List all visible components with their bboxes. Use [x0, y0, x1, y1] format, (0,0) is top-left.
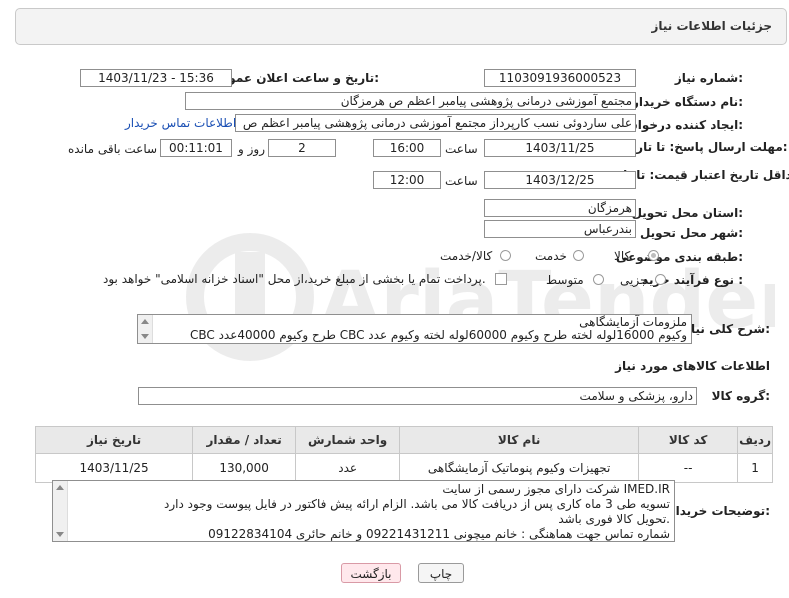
back-button[interactable]: بازگشت — [341, 563, 401, 583]
requester-field: علی ساردوئی نسب کارپرداز مجتمع آموزشی در… — [235, 114, 636, 132]
treasury-checkbox[interactable] — [495, 273, 507, 285]
cell-quantity: 130,000 — [192, 453, 297, 483]
buyer-org-field: مجتمع آموزشی درمانی پژوهشی پیامبر اعظم ص… — [185, 92, 636, 110]
buyer-org-label: نام دستگاه خریدار: — [632, 95, 743, 109]
buyer-notes-line-1: شرکت دارای مجوز رسمی از سایت IMED.IR — [442, 482, 670, 496]
reply-deadline-time-label: ساعت — [445, 142, 478, 156]
category-option-goods: کالا — [614, 249, 631, 263]
col-code: کد کالا — [638, 426, 739, 454]
province-field: هرمزگان — [484, 199, 636, 217]
price-validity-time: 12:00 — [373, 171, 441, 189]
purchase-radio-medium[interactable] — [593, 274, 604, 285]
buyer-notes-textarea[interactable]: شرکت دارای مجوز رسمی از سایت IMED.IR تسو… — [52, 480, 675, 542]
category-radio-service[interactable] — [573, 250, 584, 261]
category-option-goods-service: کالا/خدمت — [440, 249, 493, 263]
col-name: نام کالا — [399, 426, 640, 454]
goods-group-field: دارو، پزشکی و سلامت — [138, 387, 697, 405]
scroll-down-icon — [141, 334, 149, 339]
need-number-label: شماره نیاز: — [674, 71, 743, 85]
description-line-2: CBC طرح وکیوم 40000عدد CBC وکیوم 16000لو… — [189, 328, 687, 342]
col-need-date: تاریخ نیاز — [34, 426, 194, 454]
goods-group-label: گروه کالا: — [711, 389, 770, 403]
treasury-note: پرداخت تمام یا بخشی از مبلغ خرید،از محل … — [103, 272, 486, 286]
reply-deadline-label: مهلت ارسال پاسخ: تا تاریخ: — [623, 140, 788, 154]
cell-row: 1 — [737, 453, 773, 483]
col-quantity: تعداد / مقدار — [192, 426, 297, 454]
price-validity-date: 1403/12/25 — [484, 171, 636, 189]
cell-name: تجهیزات وکیوم پنوماتیک آزمایشگاهی — [399, 453, 640, 483]
buyer-notes-line-3: تحویل کالا فوری باشد. — [558, 512, 670, 526]
need-number-field: 1103091936000523 — [484, 69, 636, 87]
reply-deadline-date: 1403/11/25 — [484, 139, 636, 157]
table-row[interactable]: 1 -- تجهیزات وکیوم پنوماتیک آزمایشگاهی ع… — [34, 453, 773, 483]
scroll-up-icon — [141, 319, 149, 324]
buyer-notes-label: توضیحات خریدار: — [668, 504, 770, 518]
purchase-option-minor: جزیی — [620, 273, 648, 287]
announce-datetime-label: تاریخ و ساعت اعلان عمومی: — [208, 71, 379, 85]
buyer-notes-line-4: شماره تماس جهت هماهنگی : خانم میچونی 092… — [208, 527, 670, 541]
city-field: بندرعباس — [484, 220, 636, 238]
city-label: شهر محل تحویل: — [639, 226, 743, 240]
description-scrollbar[interactable] — [138, 315, 153, 343]
print-button[interactable]: چاپ — [418, 563, 464, 583]
cell-unit: عدد — [295, 453, 401, 483]
announce-datetime-field: 1403/11/23 - 15:36 — [80, 69, 232, 87]
description-textarea[interactable]: ملزومات آزمایشگاهی CBC طرح وکیوم 40000عد… — [137, 314, 692, 344]
scroll-down-icon — [56, 532, 64, 537]
cell-code: -- — [638, 453, 739, 483]
category-radio-goods[interactable] — [648, 250, 659, 261]
reply-deadline-time: 16:00 — [373, 139, 441, 157]
cell-need-date: 1403/11/25 — [34, 453, 194, 483]
province-label: استان محل تحویل: — [631, 206, 743, 220]
price-validity-time-label: ساعت — [445, 174, 478, 188]
goods-info-heading: اطلاعات کالاهای مورد نیاز — [615, 359, 770, 373]
remaining-time-label: ساعت باقی مانده — [68, 142, 158, 156]
remaining-time-field: 00:11:01 — [160, 139, 232, 157]
watermark-logo: AriaTender.neT — [186, 233, 775, 361]
scroll-up-icon — [56, 485, 64, 490]
header-panel: جزئیات اطلاعات نیاز — [15, 8, 787, 45]
description-label: شرح کلی نیاز: — [684, 322, 770, 336]
buyer-contact-link[interactable]: اطلاعات تماس خریدار — [125, 116, 236, 130]
items-table: ردیف کد کالا نام کالا واحد شمارش تعداد /… — [34, 426, 773, 483]
category-radio-goods-service[interactable] — [500, 250, 511, 261]
panel-title: جزئیات اطلاعات نیاز — [651, 19, 772, 33]
buyer-notes-scrollbar[interactable] — [53, 481, 68, 541]
col-row: ردیف — [737, 426, 773, 454]
category-label: طبقه بندی موضوعی: — [615, 250, 743, 264]
purchase-radio-minor[interactable] — [655, 274, 666, 285]
col-unit: واحد شمارش — [295, 426, 401, 454]
table-header-row: ردیف کد کالا نام کالا واحد شمارش تعداد /… — [34, 426, 773, 454]
purchase-option-medium: متوسط — [546, 273, 584, 287]
category-option-service: خدمت — [535, 249, 567, 263]
buyer-notes-line-2: تسویه طی 3 ماه کاری پس از دریافت کالا می… — [164, 497, 670, 511]
reply-days-label: روز و — [238, 142, 265, 156]
reply-days-field: 2 — [268, 139, 336, 157]
